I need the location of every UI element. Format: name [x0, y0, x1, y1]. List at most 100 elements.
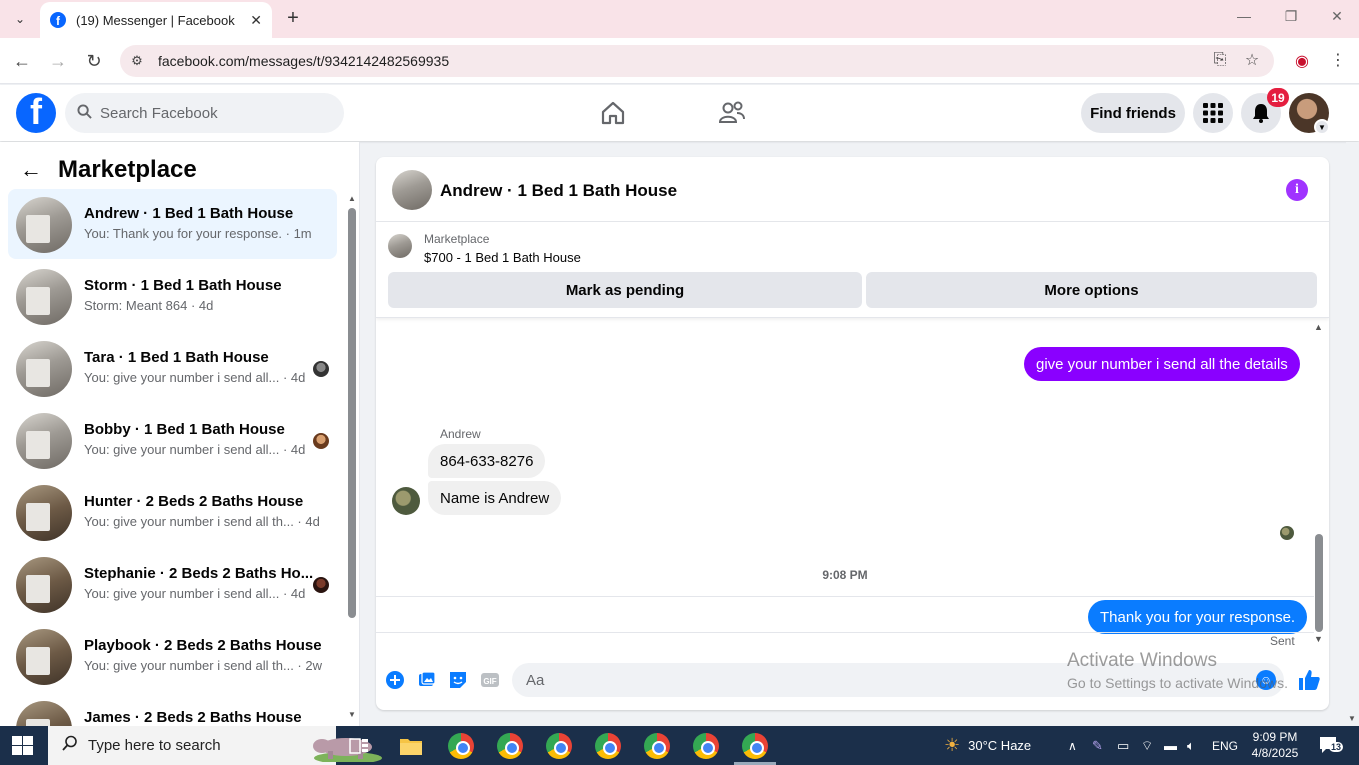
- listing-thumbnail: [16, 629, 72, 685]
- network-icon[interactable]: ⌔: [1141, 726, 1153, 765]
- conversation-item[interactable]: Bobby · 1 Bed 1 Bath House You: give you…: [8, 405, 337, 475]
- mark-as-pending-button[interactable]: Mark as pending: [388, 272, 862, 308]
- seen-avatar: [313, 361, 329, 377]
- task-view-icon[interactable]: [348, 735, 374, 761]
- file-explorer-icon[interactable]: [398, 733, 424, 759]
- thumbs-up-icon[interactable]: [1296, 667, 1322, 693]
- taskbar-clock[interactable]: 9:09 PM 4/8/2025: [1238, 729, 1312, 761]
- conversation-item[interactable]: Tara · 1 Bed 1 Bath House You: give your…: [8, 333, 337, 403]
- chrome-icon[interactable]: [644, 733, 670, 759]
- new-tab-plus-icon[interactable]: +: [282, 6, 304, 30]
- window-close-icon[interactable]: ✕: [1327, 8, 1347, 25]
- message-status: Sent: [1270, 634, 1295, 648]
- scroll-down-arrow-icon[interactable]: ▼: [1314, 634, 1323, 644]
- menu-grid-icon[interactable]: [1193, 93, 1233, 133]
- listing-thumbnail: [16, 557, 72, 613]
- meet-now-icon[interactable]: ▭: [1117, 726, 1129, 765]
- friends-icon[interactable]: [716, 97, 748, 129]
- scrollbar-thumb[interactable]: [348, 208, 356, 618]
- gif-icon[interactable]: GIF: [479, 669, 501, 691]
- forward-arrow-icon[interactable]: →: [46, 49, 70, 73]
- language-indicator[interactable]: ENG: [1212, 726, 1238, 765]
- facebook-search[interactable]: [65, 93, 344, 133]
- pen-icon[interactable]: ✎: [1092, 726, 1103, 765]
- browser-menu-icon[interactable]: ⋮: [1328, 50, 1348, 70]
- facebook-search-input[interactable]: [100, 104, 320, 122]
- scroll-down-arrow-icon[interactable]: ▼: [348, 710, 356, 719]
- conversation-preview: You: Thank you for your response. · 1m: [84, 226, 312, 241]
- listing-price[interactable]: $700 - 1 Bed 1 Bath House: [424, 250, 581, 265]
- clock-date: 4/8/2025: [1251, 746, 1299, 760]
- tab-close-icon[interactable]: ✕: [250, 12, 262, 29]
- chrome-icon[interactable]: [546, 733, 572, 759]
- install-app-icon[interactable]: ⎘: [1210, 51, 1230, 69]
- chrome-icon[interactable]: [595, 733, 621, 759]
- outgoing-message[interactable]: Thank you for your response.: [1088, 600, 1308, 634]
- chat-avatar[interactable]: [392, 170, 432, 210]
- chrome-icon[interactable]: [742, 733, 768, 759]
- address-bar[interactable]: ⚙ facebook.com/messages/t/93421424825699…: [120, 45, 1274, 77]
- notification-center-icon[interactable]: 13: [1318, 735, 1344, 755]
- volume-icon[interactable]: 🔈︎: [1187, 726, 1195, 765]
- account-chevron-icon[interactable]: ▼: [1314, 119, 1330, 135]
- bookmark-star-icon[interactable]: ☆: [1242, 50, 1262, 70]
- chrome-icon[interactable]: [693, 733, 719, 759]
- listing-thumbnail[interactable]: [388, 234, 412, 258]
- minimize-icon[interactable]: —: [1234, 8, 1254, 24]
- sender-name: Andrew: [440, 427, 481, 441]
- message-thread: give your number i send all the details …: [376, 319, 1329, 650]
- back-arrow-icon[interactable]: ←: [20, 157, 42, 183]
- scroll-up-arrow-icon[interactable]: ▲: [1314, 322, 1323, 332]
- conversation-item[interactable]: Stephanie · 2 Beds 2 Baths Ho... You: gi…: [8, 549, 337, 619]
- windows-start-icon[interactable]: [12, 736, 34, 756]
- sender-avatar[interactable]: [392, 487, 420, 515]
- weather-widget[interactable]: ☀ 30°C Haze: [944, 726, 1031, 765]
- notification-badge: 19: [1267, 88, 1289, 107]
- weather-haze-icon: ☀: [944, 735, 961, 755]
- conversation-item[interactable]: James · 2 Beds 2 Baths House: [8, 693, 337, 726]
- conversation-item[interactable]: Playbook · 2 Beds 2 Baths House You: giv…: [8, 621, 337, 691]
- restore-icon[interactable]: ❐: [1281, 8, 1301, 25]
- scroll-down-arrow-icon[interactable]: ▼: [1348, 714, 1356, 723]
- info-icon[interactable]: i: [1286, 179, 1308, 201]
- message-thread-scrollbar[interactable]: ▲ ▼: [1314, 322, 1324, 644]
- marketplace-title: Marketplace: [58, 156, 197, 183]
- incoming-message[interactable]: Name is Andrew: [428, 481, 562, 515]
- conversation-item[interactable]: Storm · 1 Bed 1 Bath House Storm: Meant …: [8, 261, 337, 331]
- scroll-up-arrow-icon[interactable]: ▲: [348, 194, 356, 203]
- outgoing-message[interactable]: give your number i send all the details: [1024, 347, 1300, 381]
- home-icon[interactable]: [597, 97, 629, 129]
- show-hidden-icons-icon[interactable]: ∧: [1068, 726, 1077, 765]
- marketplace-listing-card: Marketplace $700 - 1 Bed 1 Bath House Ma…: [376, 222, 1329, 318]
- browser-tab[interactable]: f (19) Messenger | Facebook ✕: [40, 2, 272, 38]
- conversation-item[interactable]: Andrew · 1 Bed 1 Bath House You: Thank y…: [8, 189, 337, 259]
- divider: [376, 596, 1314, 597]
- photo-icon[interactable]: [416, 669, 438, 691]
- more-options-button[interactable]: More options: [866, 272, 1317, 308]
- conversation-item[interactable]: Hunter · 2 Beds 2 Baths House You: give …: [8, 477, 337, 547]
- back-arrow-icon[interactable]: ←: [10, 49, 34, 73]
- reload-icon[interactable]: ↻: [82, 49, 106, 73]
- tab-search-chevron-icon[interactable]: ⌄: [6, 6, 34, 32]
- more-actions-plus-icon[interactable]: [384, 669, 406, 691]
- site-settings-icon[interactable]: ⚙: [128, 52, 146, 70]
- find-friends-button[interactable]: Find friends: [1081, 93, 1185, 133]
- conversation-name: Hunter · 2 Beds 2 Baths House: [84, 493, 304, 510]
- chat-title[interactable]: Andrew · 1 Bed 1 Bath House: [440, 181, 677, 201]
- scrollbar-thumb[interactable]: [1315, 534, 1323, 632]
- divider: [376, 632, 1314, 633]
- sticker-icon[interactable]: [447, 669, 469, 691]
- taskbar-search[interactable]: [48, 726, 382, 765]
- incoming-message[interactable]: 864-633-8276: [428, 444, 546, 478]
- message-input[interactable]: [526, 671, 1126, 689]
- battery-icon[interactable]: ▬: [1164, 726, 1177, 765]
- svg-text:GIF: GIF: [483, 677, 496, 686]
- taskbar-search-input[interactable]: [88, 737, 268, 754]
- chrome-icon[interactable]: [497, 733, 523, 759]
- chrome-icon[interactable]: [448, 733, 474, 759]
- conversation-list-scrollbar[interactable]: ▲ ▼: [347, 194, 357, 722]
- message-timestamp: 9:08 PM: [822, 568, 868, 582]
- facebook-logo-icon[interactable]: f: [16, 93, 56, 133]
- page-scrollbar[interactable]: ▼: [1346, 142, 1359, 726]
- profile-icon[interactable]: ◉: [1292, 51, 1312, 71]
